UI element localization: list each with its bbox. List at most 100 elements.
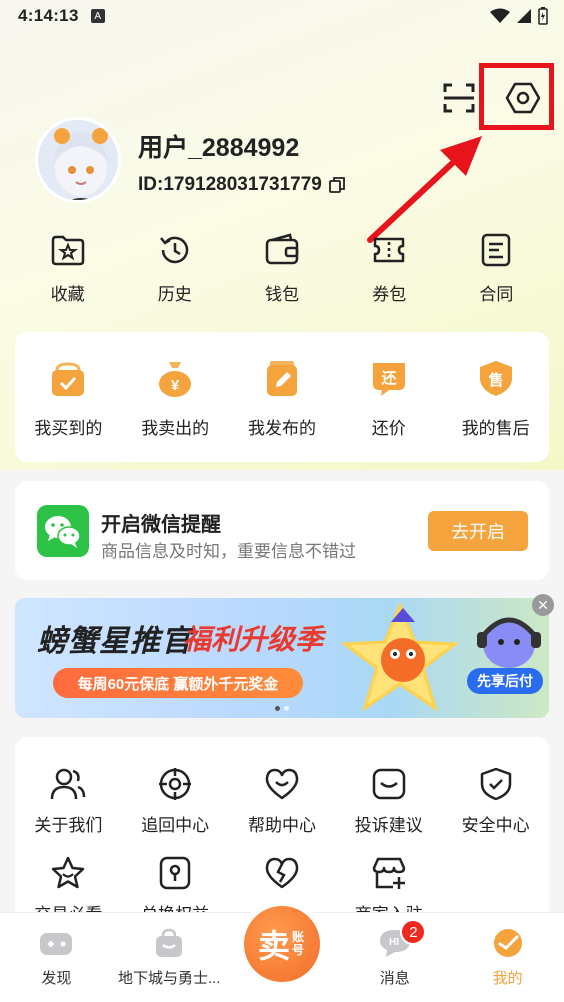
wechat-title: 开启微信提醒 [101,514,221,536]
order-sold-label: 我卖出的 [141,419,210,438]
nav-messages[interactable]: HI 2 消息 [338,913,451,1002]
quick-contracts-label: 合同 [479,285,514,304]
nav-discover-label: 发现 [41,970,72,987]
status-bar: 4:14:13 A [0,0,564,32]
quick-wallet-label: 钱包 [265,285,299,304]
heart-smile-icon [265,768,299,800]
service-security-center-label: 安全中心 [461,816,530,835]
settings-highlight-box [479,63,554,130]
bag-check-icon [52,362,85,396]
banner-seal-mascot-icon [477,617,541,668]
services-grid: 关于我们 追回中心 帮助中心 投诉建议 安全中心 [15,767,549,925]
nav-mine[interactable]: 我的 [451,913,564,1002]
quick-history-label: 历史 [157,285,192,304]
banner-title-part2: 福利升级季 [183,624,324,655]
service-feedback-label: 投诉建议 [354,816,423,835]
order-counteroffer[interactable]: 还 还价 [335,358,442,462]
target-icon [159,768,192,800]
star-icon [52,856,85,889]
nav-game-label: 地下城与勇士... [117,970,221,987]
users-icon [51,768,86,800]
order-published-label: 我发布的 [247,419,316,438]
wechat-icon [37,505,89,557]
nav-discover[interactable]: 发现 [0,913,113,1002]
orders-card: 我买到的 ¥ 我卖出的 我发布的 还 还价 售 我的售后 [15,332,549,462]
service-help-center[interactable]: 帮助中心 [229,767,336,836]
contract-icon [482,233,511,267]
gamepad-icon [40,933,73,955]
broken-heart-icon [265,857,299,889]
copy-icon[interactable] [328,176,346,194]
signal-icon [517,9,531,23]
quick-contracts[interactable]: 合同 [443,232,550,308]
nav-messages-label: 消息 [379,970,410,987]
banner-close-icon[interactable]: ✕ [532,594,554,616]
promo-banner[interactable]: 螃蟹星推官 福利升级季 每周60元保底 赢额外千元奖金 先享后付 [15,598,549,718]
edit-doc-icon [266,361,297,396]
wallet-icon [265,233,299,265]
battery-icon [538,7,548,25]
shopping-bag-icon [156,928,183,957]
status-time: 4:14:13 [18,6,79,25]
username: 用户_2884992 [138,134,300,162]
enable-wechat-button[interactable]: 去开启 [428,511,528,551]
banner-title-part1: 螃蟹星推官 [37,625,192,658]
quick-actions: 收藏 历史 钱包 券包 合同 [14,232,550,308]
shield-check-icon [480,767,511,801]
banner-dot-active [275,706,280,711]
svg-text:HI: HI [389,937,399,948]
nav-mine-label: 我的 [492,970,523,987]
star-folder-icon [51,235,84,266]
banner-pagination [275,706,289,711]
quick-favorites-label: 收藏 [50,285,85,304]
quick-wallet[interactable]: 钱包 [228,232,335,308]
quick-favorites[interactable]: 收藏 [14,232,121,308]
service-about-us[interactable]: 关于我们 [15,767,122,836]
quick-coupons[interactable]: 券包 [336,232,443,308]
order-aftersales[interactable]: 售 我的售后 [442,358,549,462]
wechat-reminder-card: 开启微信提醒 商品信息及时知，重要信息不错过 去开启 [15,481,549,580]
avatar[interactable] [35,117,121,203]
service-security-center[interactable]: 安全中心 [442,767,549,836]
feedback-icon [372,768,406,800]
nav-game[interactable]: 地下城与勇士... [113,913,226,1002]
order-aftersales-label: 我的售后 [461,419,530,438]
scan-icon[interactable] [440,80,478,116]
order-aftersales-glyph: 售 [488,371,503,389]
service-help-center-label: 帮助中心 [247,816,316,835]
banner-reward-pill: 每周60元保底 赢额外千元奖金 [53,668,303,698]
lock-icon [159,856,191,890]
notification-icon: A [90,9,105,23]
store-plus-icon [372,857,406,889]
money-bag-icon: ¥ [159,362,192,397]
quick-history[interactable]: 历史 [121,232,228,308]
banner-dot [284,706,289,711]
order-sold-glyph: ¥ [171,377,180,394]
service-recovery-center[interactable]: 追回中心 [122,767,229,836]
user-id-row: ID:179128031731779 [138,174,346,196]
status-icons [490,7,548,25]
order-counteroffer-glyph: 还 [380,369,397,387]
wifi-icon [490,8,510,23]
message-badge: 2 [400,919,427,945]
clock-icon [159,236,188,264]
sell-account-button[interactable]: 卖 账号 [244,906,320,982]
order-sold[interactable]: ¥ 我卖出的 [122,358,229,462]
service-feedback[interactable]: 投诉建议 [335,767,442,836]
coupon-icon [373,237,405,263]
banner-star-mascot-icon [340,602,460,712]
quick-coupons-label: 券包 [372,285,407,304]
user-id: ID:179128031731779 [138,174,322,195]
order-counteroffer-label: 还价 [371,419,406,438]
banner-pay-later-tag: 先享后付 [467,668,543,694]
sell-button-main: 卖 [257,928,290,964]
service-recovery-center-label: 追回中心 [141,816,210,835]
order-published[interactable]: 我发布的 [229,358,336,462]
sell-button-sub: 账号 [292,930,305,957]
mine-icon [493,929,522,957]
counteroffer-icon: 还 [372,363,405,396]
order-bought[interactable]: 我买到的 [15,358,122,462]
shield-service-icon: 售 [479,361,512,396]
order-bought-label: 我买到的 [34,419,103,438]
service-about-us-label: 关于我们 [34,816,103,835]
